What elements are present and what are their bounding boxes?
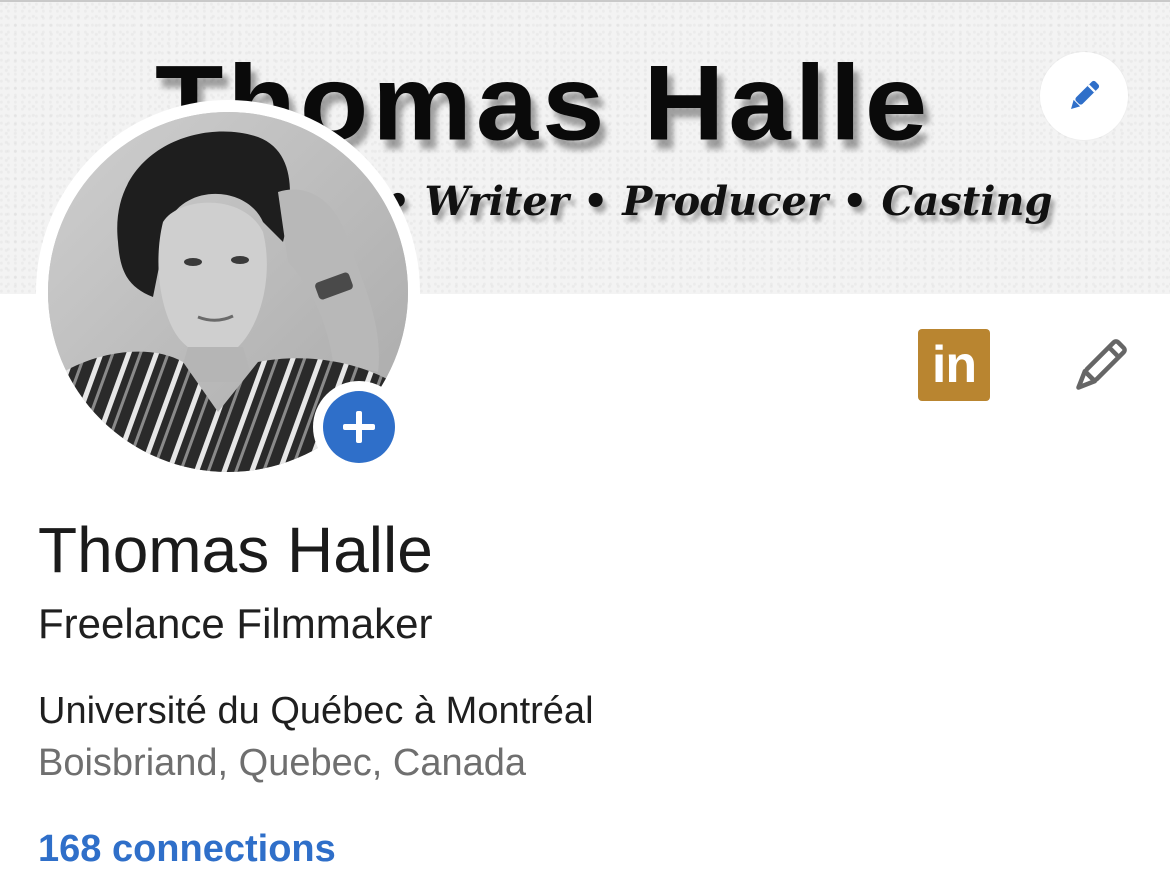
add-photo-circle [323,391,395,463]
pencil-icon [1071,80,1100,109]
profile-name: Thomas Halle [38,514,433,586]
profile-headline: Freelance Filmmaker [38,600,433,647]
linkedin-icon[interactable]: in [918,329,990,401]
edit-banner-button[interactable] [1040,52,1128,140]
connections-link[interactable]: 168 connections [38,828,336,871]
plus-icon [343,411,375,443]
profile-location: Boisbriand, Quebec, Canada [38,742,526,784]
edit-profile-button[interactable] [1064,332,1134,402]
profile-education[interactable]: Université du Québec à Montréal [38,690,594,733]
add-photo-button[interactable] [313,381,405,473]
banner-subtitle: • Writer • Producer • Casting [385,178,1053,225]
pencil-outline-icon [1076,339,1127,390]
profile-page: Thomas Halle • Writer • Producer • Casti… [0,0,1170,883]
